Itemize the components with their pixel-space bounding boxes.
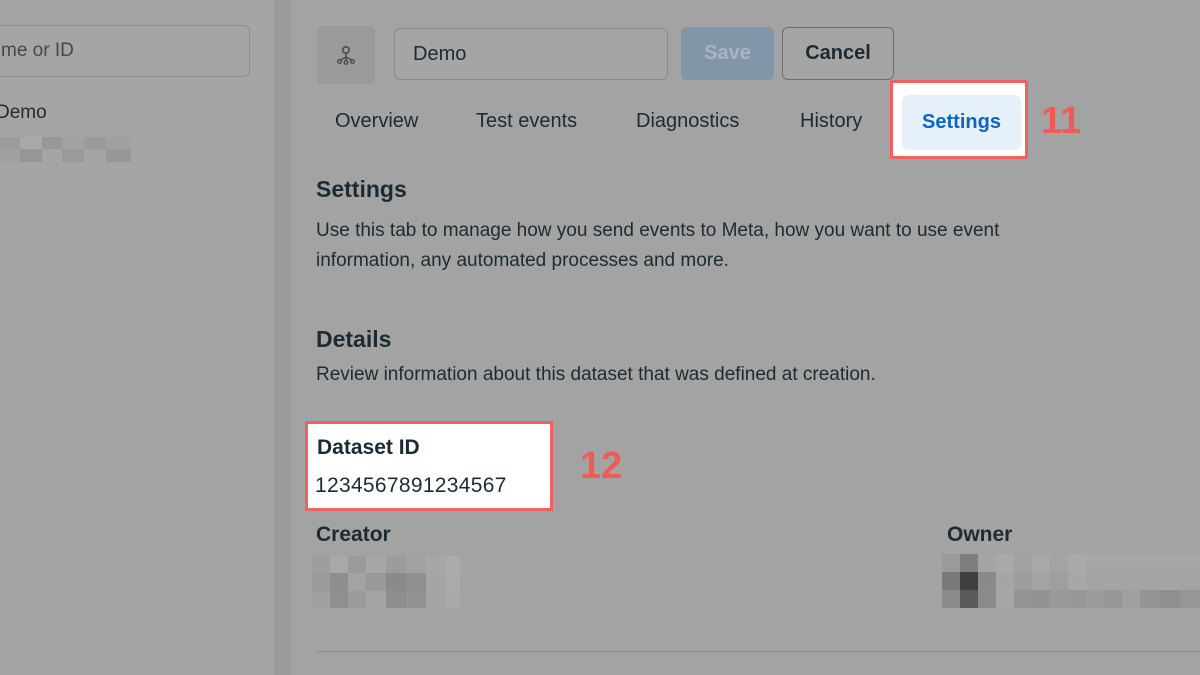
section-divider <box>316 651 1200 652</box>
details-heading: Details <box>316 326 392 352</box>
tab-overview[interactable]: Overview <box>335 110 418 133</box>
tab-diagnostics[interactable]: Diagnostics <box>636 110 739 133</box>
dataset-id-highlight: Dataset ID 1234567891234567 <box>305 421 553 511</box>
step-callout-11: 11 <box>1041 100 1082 142</box>
dataset-id-label: Dataset ID <box>317 436 420 459</box>
redacted-pixels <box>942 554 1200 608</box>
step-callout-12: 12 <box>580 445 623 487</box>
people-network-icon[interactable] <box>317 26 375 84</box>
dataset-id-value[interactable]: 1234567891234567 <box>315 474 507 498</box>
owner-label: Owner <box>947 523 1013 546</box>
dataset-name-field[interactable] <box>394 28 668 80</box>
tab-history[interactable]: History <box>800 110 862 133</box>
details-description: Review information about this dataset th… <box>316 364 876 385</box>
tab-test-events[interactable]: Test events <box>476 110 577 133</box>
redacted-list-item-id <box>0 137 131 162</box>
redacted-owner-name <box>942 554 1200 613</box>
search-input[interactable] <box>0 25 250 77</box>
tab-settings[interactable]: Settings <box>902 95 1021 150</box>
panel-divider <box>274 0 291 675</box>
redacted-pixels <box>0 137 131 162</box>
settings-description-line2: information, any automated processes and… <box>316 250 729 271</box>
dataset-list-panel: Demo <box>0 0 274 675</box>
redacted-creator-name <box>312 556 460 613</box>
save-button[interactable]: Save <box>681 27 774 80</box>
redacted-pixels <box>312 556 460 608</box>
people-network-glyph <box>337 45 356 66</box>
settings-heading: Settings <box>316 176 407 202</box>
cancel-button[interactable]: Cancel <box>782 27 894 80</box>
creator-label: Creator <box>316 523 391 546</box>
list-item-name[interactable]: Demo <box>0 102 47 124</box>
screenshot-stage: Demo <box>0 0 1200 675</box>
settings-description-line1: Use this tab to manage how you send even… <box>316 220 1000 241</box>
